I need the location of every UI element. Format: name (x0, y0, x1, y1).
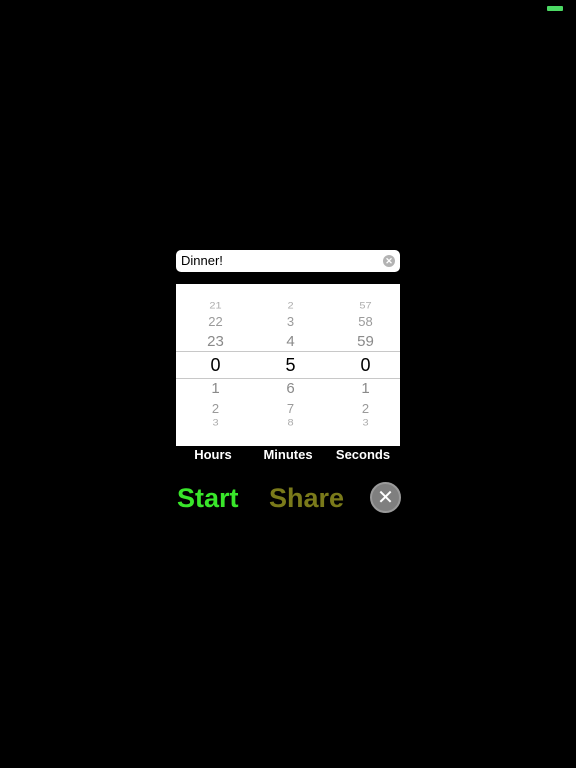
picker-value: 2 (287, 301, 294, 311)
picker-value: 3 (286, 314, 295, 329)
hours-label: Hours (194, 447, 232, 462)
picker-value: 21 (209, 301, 222, 311)
picker-value: 4 (286, 333, 295, 350)
picker-value: 6 (286, 380, 295, 397)
clear-icon[interactable]: ✕ (383, 255, 395, 267)
picker-value: 57 (359, 301, 372, 311)
picker-value: 7 (286, 401, 295, 416)
share-button[interactable]: Share (269, 481, 344, 515)
picker-value: 59 (357, 333, 374, 350)
timer-screen: ✕ 21 22 23 0 1 2 3 2 3 4 5 6 7 8 57 58 5… (0, 0, 576, 768)
picker-value: 1 (211, 380, 220, 397)
picker-value: 1 (361, 380, 370, 397)
picker-value: 2 (361, 401, 370, 416)
picker-value: 3 (362, 418, 369, 428)
battery-icon (547, 6, 563, 11)
hours-wheel[interactable]: 21 22 23 0 1 2 3 (178, 284, 253, 446)
picker-value: 22 (208, 314, 223, 329)
picker-value: 23 (207, 333, 224, 350)
selected-seconds-value: 0 (360, 355, 371, 375)
minutes-label: Minutes (263, 447, 313, 462)
close-button[interactable]: ✕ (370, 482, 401, 513)
selected-minutes-value: 5 (285, 355, 296, 375)
picker-value: 58 (358, 314, 373, 329)
seconds-label: Seconds (335, 447, 391, 462)
start-button[interactable]: Start (177, 481, 239, 515)
seconds-wheel[interactable]: 57 58 59 0 1 2 3 (328, 284, 400, 446)
picker-value: 8 (287, 418, 294, 428)
picker-value: 3 (212, 418, 219, 428)
close-icon: ✕ (377, 485, 394, 509)
picker-value: 2 (211, 401, 220, 416)
selected-hours-value: 0 (210, 355, 221, 375)
timer-name-input[interactable] (181, 250, 381, 272)
duration-picker[interactable]: 21 22 23 0 1 2 3 2 3 4 5 6 7 8 57 58 59 … (176, 284, 400, 446)
minutes-wheel[interactable]: 2 3 4 5 6 7 8 (253, 284, 328, 446)
timer-name-field[interactable]: ✕ (176, 250, 400, 272)
